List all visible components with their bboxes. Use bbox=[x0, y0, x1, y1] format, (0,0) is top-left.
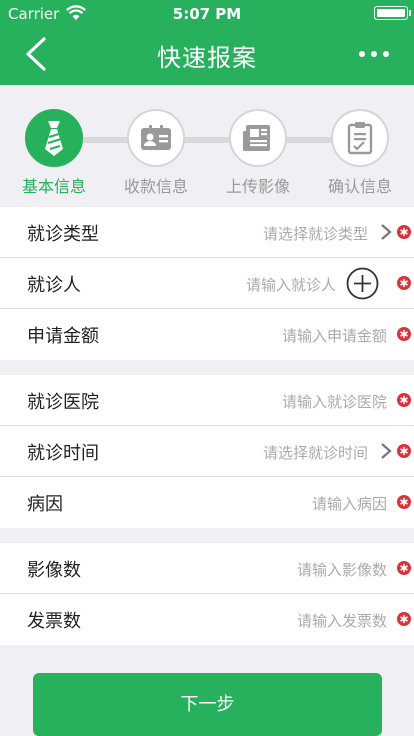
step-upload-images[interactable]: 上传影像 bbox=[208, 109, 308, 197]
patient-input[interactable]: 请输入就诊人 bbox=[246, 274, 336, 295]
progress-steps: 基本信息 收款信息 上传影像 确认信息 bbox=[0, 85, 414, 207]
chevron-right-icon bbox=[381, 443, 392, 459]
form-row-hospital[interactable]: 就诊医院 请输入就诊医院 bbox=[0, 375, 414, 426]
field-label: 就诊时间 bbox=[27, 443, 99, 464]
step-label: 确认信息 bbox=[327, 177, 392, 196]
step-payment-info[interactable]: 收款信息 bbox=[106, 109, 206, 197]
field-label: 就诊医院 bbox=[27, 392, 99, 413]
form-group-basic: 就诊类型 请选择就诊类型 就诊人 请输入就诊人 申请金额 请输入申请金额 bbox=[0, 207, 414, 360]
add-patient-icon[interactable] bbox=[346, 267, 379, 300]
field-label: 就诊类型 bbox=[27, 224, 99, 245]
required-icon bbox=[397, 495, 411, 509]
step-circle bbox=[229, 109, 287, 167]
form-row-image-count[interactable]: 影像数 请输入影像数 bbox=[0, 543, 414, 594]
form-row-amount[interactable]: 申请金额 请输入申请金额 bbox=[0, 309, 414, 360]
cause-input[interactable]: 请输入病因 bbox=[312, 493, 387, 514]
id-card-icon bbox=[141, 125, 171, 150]
visit-time-select[interactable]: 请选择就诊时间 bbox=[263, 442, 368, 463]
required-icon bbox=[397, 276, 411, 290]
required-icon bbox=[397, 393, 411, 407]
chevron-right-icon bbox=[381, 224, 392, 240]
step-basic-info[interactable]: 基本信息 bbox=[4, 109, 104, 197]
required-icon bbox=[397, 612, 411, 626]
more-icon[interactable] bbox=[356, 43, 392, 63]
form-row-visit-type[interactable]: 就诊类型 请选择就诊类型 bbox=[0, 207, 414, 258]
step-confirm-info[interactable]: 确认信息 bbox=[310, 109, 410, 197]
status-bar: Carrier 5:07 PM bbox=[0, 0, 414, 28]
required-icon bbox=[397, 327, 411, 341]
field-label: 就诊人 bbox=[27, 275, 81, 296]
form-row-invoice-count[interactable]: 发票数 请输入发票数 bbox=[0, 594, 414, 645]
field-label: 影像数 bbox=[27, 560, 81, 581]
required-icon bbox=[397, 561, 411, 575]
required-icon bbox=[397, 444, 411, 458]
nav-header: Carrier 5:07 PM 快速报案 bbox=[0, 0, 414, 85]
form-row-cause[interactable]: 病因 请输入病因 bbox=[0, 477, 414, 528]
required-icon bbox=[397, 225, 411, 239]
field-label: 病因 bbox=[27, 494, 63, 515]
clipboard-icon bbox=[347, 122, 373, 155]
form-group-visit: 就诊医院 请输入就诊医院 就诊时间 请选择就诊时间 病因 请输入病因 bbox=[0, 375, 414, 528]
visit-type-select[interactable]: 请选择就诊类型 bbox=[263, 223, 368, 244]
step-label: 收款信息 bbox=[123, 177, 188, 196]
page-title: 快速报案 bbox=[157, 44, 257, 72]
step-circle bbox=[127, 109, 185, 167]
step-label: 基本信息 bbox=[21, 177, 86, 196]
form-row-visit-time[interactable]: 就诊时间 请选择就诊时间 bbox=[0, 426, 414, 477]
tie-icon bbox=[45, 121, 63, 156]
field-label: 发票数 bbox=[27, 611, 81, 632]
form-row-patient[interactable]: 就诊人 请输入就诊人 bbox=[0, 258, 414, 309]
step-label: 上传影像 bbox=[225, 177, 290, 196]
invoice-count-input[interactable]: 请输入发票数 bbox=[297, 610, 387, 631]
next-step-button[interactable]: 下一步 bbox=[33, 673, 382, 736]
newspaper-icon bbox=[243, 125, 270, 151]
amount-input[interactable]: 请输入申请金额 bbox=[282, 325, 387, 346]
form-group-counts: 影像数 请输入影像数 发票数 请输入发票数 bbox=[0, 543, 414, 645]
image-count-input[interactable]: 请输入影像数 bbox=[297, 559, 387, 580]
hospital-input[interactable]: 请输入就诊医院 bbox=[282, 391, 387, 412]
clock: 5:07 PM bbox=[172, 5, 242, 23]
field-label: 申请金额 bbox=[27, 326, 99, 347]
step-circle bbox=[331, 109, 389, 167]
step-circle bbox=[25, 109, 83, 167]
battery-icon bbox=[374, 6, 411, 20]
